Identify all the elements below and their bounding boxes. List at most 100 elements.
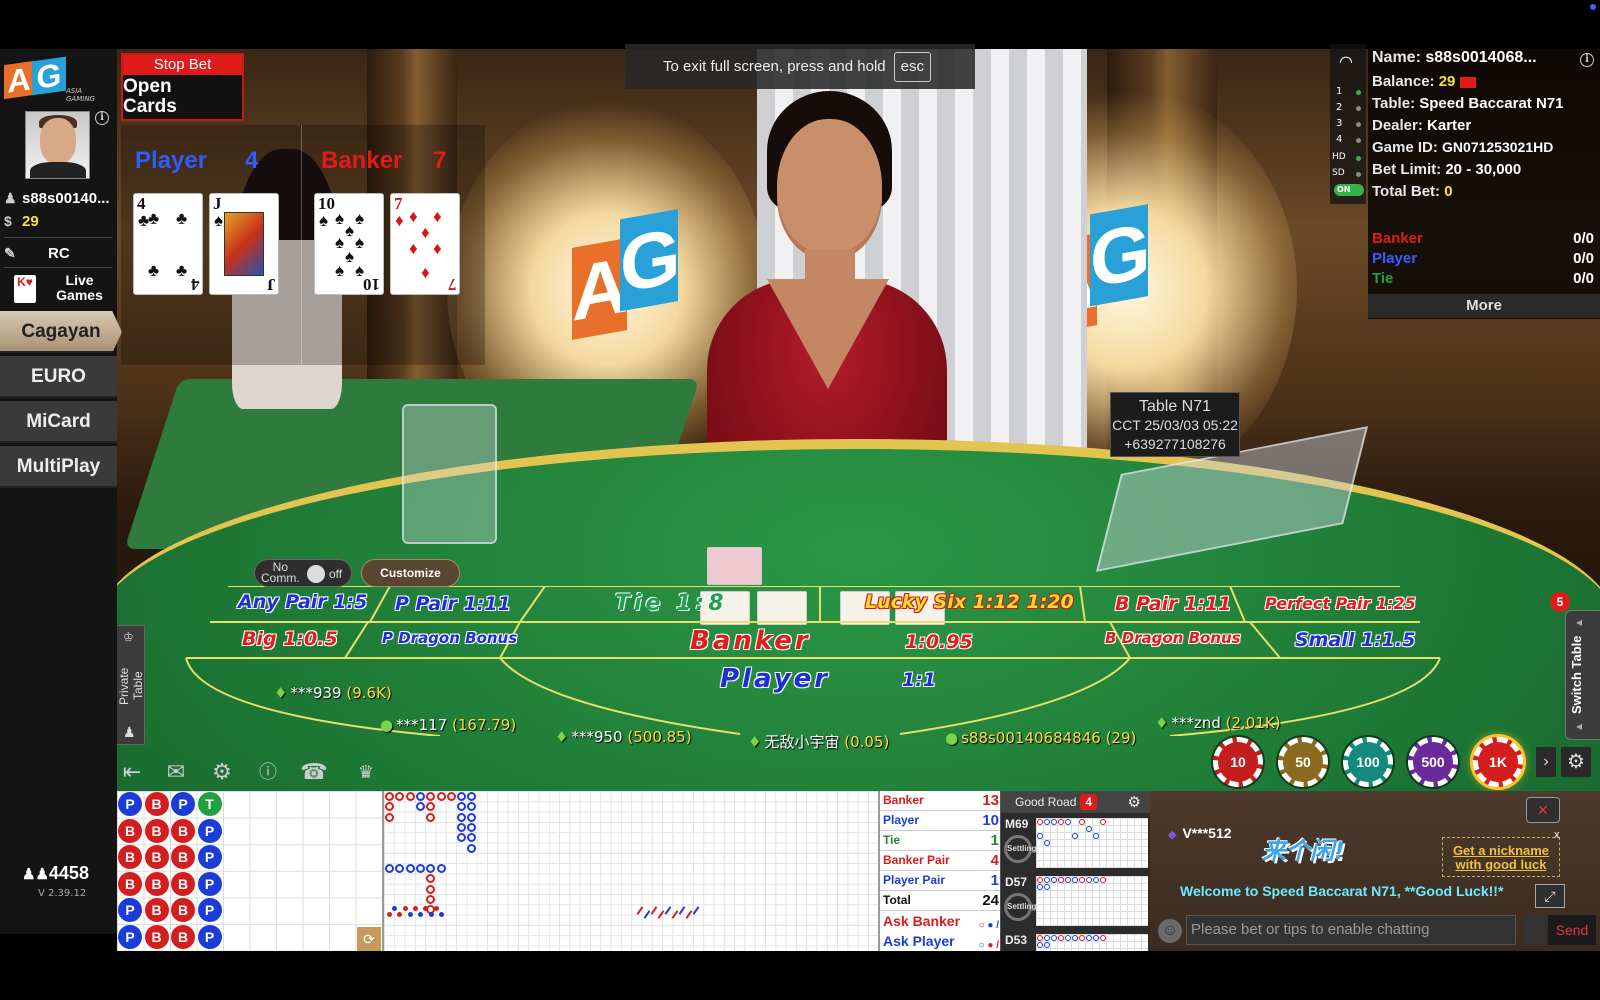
user-icon: ♟	[4, 190, 17, 206]
mini-road-mark	[1065, 877, 1071, 883]
bead-banker: B	[144, 925, 169, 949]
chip-100[interactable]: 100	[1343, 737, 1393, 787]
side-bet-player: Player 0/0	[1372, 250, 1594, 267]
small-road-mark	[387, 912, 392, 917]
card-suit: ♠	[345, 221, 355, 240]
ask-player-button[interactable]: Ask Player ○ ● /	[880, 931, 1002, 951]
bead-banker: B	[118, 871, 142, 896]
stop-bet-header: Stop Bet	[123, 55, 242, 75]
send-button[interactable]: Send	[1548, 915, 1596, 945]
chip-500[interactable]: 500	[1408, 737, 1458, 787]
bet-lucky-six[interactable]: Lucky Six 1:12 1:20	[865, 591, 1074, 613]
mute-chat-icon[interactable]: ✕	[1526, 797, 1560, 823]
nav-cagayan[interactable]: Cagayan	[0, 311, 122, 353]
value: 4	[990, 852, 999, 869]
welcome-message: Welcome to Speed Baccarat N71, **Good Lu…	[1180, 883, 1504, 899]
switch-table-tab[interactable]: ◂ Switch Table ◂	[1565, 610, 1600, 740]
logo-letter: G	[32, 56, 66, 96]
bet-perfect-pair[interactable]: Perfect Pair 1:25	[1265, 594, 1416, 613]
balance: 29	[22, 213, 39, 230]
vip-icon[interactable]: ♛	[351, 758, 381, 786]
bead-banker: B	[144, 792, 169, 816]
sd-label[interactable]: SD	[1332, 168, 1345, 178]
bead-player: P	[197, 925, 222, 949]
no-comm-state: off	[329, 567, 343, 581]
profile-info-icon[interactable]: i	[95, 111, 109, 125]
value: 20 - 30,000	[1445, 161, 1522, 178]
voice-icon[interactable]	[1524, 915, 1546, 945]
mini-road-mark	[1065, 819, 1071, 825]
small-road-mark	[413, 906, 418, 911]
online-number: 4458	[48, 863, 89, 883]
divider	[301, 125, 302, 365]
card-rank: 7	[447, 275, 457, 294]
hd-label[interactable]: HD	[1332, 152, 1346, 162]
expand-icon[interactable]: ⤢	[1535, 884, 1565, 908]
chip-10[interactable]: 10	[1213, 737, 1263, 787]
chip-1k[interactable]: 1K	[1473, 737, 1523, 787]
support-icon[interactable]: ☎	[299, 758, 329, 786]
avatar[interactable]	[25, 111, 90, 179]
good-road-table[interactable]: D53	[1001, 931, 1151, 951]
bet-big[interactable]: Big 1:0.5	[242, 628, 338, 650]
nav-multiplay[interactable]: MultiPlay	[0, 446, 117, 488]
chat-icon[interactable]: ✉	[161, 758, 191, 786]
video-toggle[interactable]: ON	[1334, 184, 1364, 196]
label: Ask Player	[883, 933, 955, 949]
bet-b-dragon-bonus[interactable]: B Dragon Bonus	[1105, 629, 1241, 647]
bet-any-pair[interactable]: Any Pair 1:5	[238, 591, 367, 613]
nav-euro[interactable]: EURO	[0, 356, 117, 398]
no-commission-toggle[interactable]: No Comm. off	[254, 559, 352, 587]
mini-road-mark	[1100, 935, 1106, 941]
mini-road-mark	[1072, 877, 1078, 883]
chip-settings-icon[interactable]: ⚙	[1561, 747, 1591, 777]
info-game-id: Game ID: GN071253021HD	[1372, 139, 1553, 156]
bet-p-pair[interactable]: P Pair 1:11	[395, 593, 511, 615]
line-label[interactable]: 3	[1336, 118, 1342, 129]
gear-icon[interactable]: ⚙	[1128, 792, 1141, 814]
ask-marks: ○ ● /	[978, 940, 999, 951]
close-icon[interactable]: x	[1554, 829, 1560, 841]
chat-input[interactable]: Please bet or tips to enable chatting	[1186, 915, 1516, 945]
mini-road-mark	[1037, 833, 1043, 839]
exit-icon[interactable]: ⇤	[117, 758, 147, 786]
bet-small[interactable]: Small 1:1.5	[1295, 629, 1415, 651]
emoji-icon[interactable]: ☺	[1158, 919, 1182, 943]
bet-p-dragon-bonus[interactable]: P Dragon Bonus	[382, 629, 517, 647]
live-games-button[interactable]: K♥ Live Games	[14, 273, 103, 304]
small-road-mark	[402, 906, 408, 911]
nav-micard[interactable]: MiCard	[0, 401, 117, 443]
gear-icon[interactable]: ⚙	[207, 758, 237, 786]
chip-50[interactable]: 50	[1278, 737, 1328, 787]
bet-banker[interactable]: Banker	[690, 626, 811, 656]
info-icon[interactable]: i	[1580, 53, 1594, 67]
good-road-table[interactable]: M69 Settling	[1001, 815, 1151, 871]
chevron-right-icon[interactable]: ›	[1536, 747, 1556, 777]
more-button[interactable]: More	[1368, 294, 1600, 318]
value: 24	[982, 892, 999, 909]
line-label[interactable]: 2	[1336, 102, 1342, 113]
customize-button[interactable]: Customize	[361, 559, 460, 587]
ask-banker-button[interactable]: Ask Banker ○ ● /	[880, 911, 1002, 931]
stat-total: Total 24	[880, 891, 1002, 911]
derived-road-mark	[426, 874, 436, 884]
bet-player[interactable]: Player	[720, 664, 830, 694]
line-label[interactable]: 4	[1336, 134, 1342, 145]
good-road-table[interactable]: D57 Settling	[1001, 873, 1151, 929]
seat-player: ♦ ***950 (500.85)	[555, 728, 692, 746]
table-card	[707, 547, 762, 585]
value: Speed Baccarat N71	[1419, 95, 1564, 112]
good-road-header[interactable]: Good Road 4 ⚙	[1001, 791, 1151, 813]
line-label[interactable]: 1	[1336, 86, 1342, 97]
nickname-link[interactable]: Get a nickname with good luck	[1442, 837, 1560, 877]
value: 0	[1444, 183, 1453, 200]
road-toggle-icon[interactable]: ⟳	[357, 927, 381, 951]
rc-row[interactable]: ✎ RC	[4, 245, 70, 262]
bet-b-pair[interactable]: B Pair 1:11	[1115, 593, 1231, 615]
bet-tie[interactable]: Tie 1:8	[615, 591, 728, 616]
card-suit: ♠	[335, 233, 345, 252]
info-icon[interactable]: ⓘ	[253, 758, 283, 786]
private-table-tab[interactable]: ♔ Private Table ♟	[117, 625, 145, 745]
label: Player	[883, 813, 920, 827]
divider	[4, 237, 112, 238]
